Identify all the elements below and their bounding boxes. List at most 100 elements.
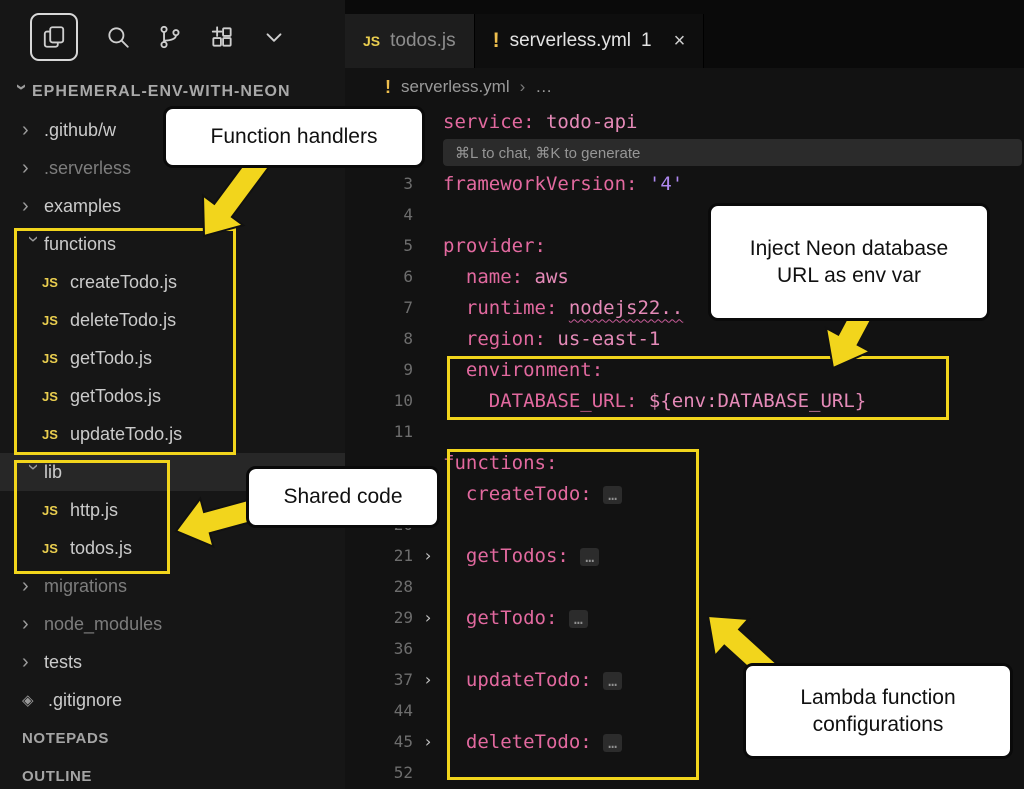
sidebar-item-functions[interactable]: ›functions (0, 225, 345, 263)
code-text: environment: (443, 359, 603, 381)
javascript-file-icon: JS (363, 33, 380, 49)
chevron-right-icon: › (22, 119, 44, 142)
folded-region-ellipsis: … (603, 734, 622, 752)
sidebar-section-label: NOTEPADS (22, 730, 109, 747)
code-token: environment: (443, 359, 603, 381)
code-line[interactable]: 8 region: us-east-1 (345, 323, 1024, 354)
warning-icon: ! (493, 29, 500, 53)
line-number: 52 (345, 763, 413, 782)
fold-chevron-icon[interactable]: › (413, 732, 443, 751)
chevron-down-icon[interactable] (260, 23, 288, 51)
code-line[interactable]: 36 (345, 633, 1024, 664)
line-number: 10 (345, 391, 413, 410)
code-token: ${env:DATABASE_URL} (637, 390, 866, 412)
code-line[interactable]: 52 (345, 757, 1024, 788)
sidebar-item-label: todos.js (70, 538, 132, 559)
fold-chevron-icon[interactable]: › (413, 670, 443, 689)
fold-chevron-icon[interactable]: › (413, 608, 443, 627)
javascript-file-icon: JS (42, 351, 70, 366)
code-token: frameworkVersion: (443, 173, 637, 195)
breadcrumb-ellipsis[interactable]: … (535, 77, 552, 97)
tab-todos-js[interactable]: JStodos.js (345, 14, 475, 68)
sidebar-item-label: .github/w (44, 120, 116, 141)
sidebar-item-gettodo-js[interactable]: JSgetTodo.js (0, 339, 345, 377)
chevron-down-icon: › (10, 83, 33, 105)
code-line[interactable]: service: todo-api (345, 106, 1024, 137)
sidebar-item-label: deleteTodo.js (70, 310, 176, 331)
fold-chevron-icon[interactable]: › (413, 546, 443, 565)
sidebar-item-todos-js[interactable]: JStodos.js (0, 529, 345, 567)
line-number: 45 (345, 732, 413, 751)
sidebar-item-tests[interactable]: ›tests (0, 643, 345, 681)
sidebar-item-examples[interactable]: ›examples (0, 187, 345, 225)
code-token: DATABASE_URL: (443, 390, 637, 412)
code-text: runtime: nodejs22.. (443, 297, 683, 319)
chevron-right-icon: › (22, 651, 44, 674)
sidebar-item-gettodos-js[interactable]: JSgetTodos.js (0, 377, 345, 415)
code-line[interactable]: 20 (345, 509, 1024, 540)
code-line[interactable]: 9 environment: (345, 354, 1024, 385)
code-line[interactable]: 10 DATABASE_URL: ${env:DATABASE_URL} (345, 385, 1024, 416)
line-number: 37 (345, 670, 413, 689)
code-line[interactable]: 28 (345, 571, 1024, 602)
sidebar-item-label: .gitignore (48, 690, 122, 711)
sidebar-item-label: http.js (70, 500, 118, 521)
code-token: createTodo: (443, 483, 592, 505)
code-text: name: aws (443, 266, 569, 288)
code-line[interactable]: ⌘L to chat, ⌘K to generate (345, 137, 1024, 168)
project-root-label: EPHEMERAL-ENV-WITH-NEON (32, 83, 291, 101)
sidebar-item-label: getTodos.js (70, 386, 161, 407)
code-editor-window: ›EPHEMERAL-ENV-WITH-NEON›.github/w›.serv… (0, 0, 1024, 789)
code-line[interactable]: createTodo: … (345, 478, 1024, 509)
code-token: deleteTodo: (443, 731, 592, 753)
code-line[interactable]: 21› getTodos: … (345, 540, 1024, 571)
javascript-file-icon: JS (42, 503, 70, 518)
files-icon[interactable] (40, 23, 68, 51)
code-line[interactable]: functions: (345, 447, 1024, 478)
code-token: functions: (443, 452, 557, 474)
sidebar-item-migrations[interactable]: ›migrations (0, 567, 345, 605)
code-token: aws (523, 266, 569, 288)
close-icon[interactable]: × (674, 30, 686, 53)
breadcrumb-file[interactable]: serverless.yml (401, 77, 510, 97)
sidebar-item-label: lib (44, 462, 62, 483)
chevron-right-icon: › (22, 575, 44, 598)
folded-region-ellipsis: … (569, 610, 588, 628)
sidebar-item-createtodo-js[interactable]: JScreateTodo.js (0, 263, 345, 301)
code-line[interactable]: 3frameworkVersion: '4' (345, 168, 1024, 199)
sidebar-item-label: functions (44, 234, 116, 255)
callout-lambda-configurations: Lambda function configurations (743, 663, 1013, 759)
warning-icon: ! (385, 77, 391, 98)
sidebar-item-node-modules[interactable]: ›node_modules (0, 605, 345, 643)
tab-serverless-yml[interactable]: !serverless.yml1× (475, 14, 705, 68)
code-token: '4' (637, 173, 683, 195)
ai-hint-bar[interactable]: ⌘L to chat, ⌘K to generate (443, 139, 1022, 166)
code-token: us-east-1 (546, 328, 660, 350)
sidebar-item-updatetodo-js[interactable]: JSupdateTodo.js (0, 415, 345, 453)
sidebar-item-label: .serverless (44, 158, 131, 179)
code-text: getTodo: … (443, 607, 588, 629)
sidebar-section-label: OUTLINE (22, 768, 92, 785)
line-number: 29 (345, 608, 413, 627)
chevron-down-icon: › (22, 235, 45, 257)
callout-inject-neon-db-url: Inject Neon database URL as env var (708, 203, 990, 321)
line-number: 28 (345, 577, 413, 596)
sidebar-item-label: node_modules (44, 614, 162, 635)
sidebar-item-deletetodo-js[interactable]: JSdeleteTodo.js (0, 301, 345, 339)
explorer-tree: ›EPHEMERAL-ENV-WITH-NEON›.github/w›.serv… (0, 73, 345, 789)
extensions-icon[interactable] (208, 23, 236, 51)
code-token (592, 731, 603, 753)
code-text: getTodos: … (443, 545, 599, 567)
javascript-file-icon: JS (42, 275, 70, 290)
active-view-frame (30, 13, 78, 61)
code-text: updateTodo: … (443, 669, 622, 691)
source-control-icon[interactable] (156, 23, 184, 51)
code-text: DATABASE_URL: ${env:DATABASE_URL} (443, 390, 866, 412)
sidebar-section-notepads[interactable]: NOTEPADS (0, 719, 345, 757)
sidebar-item-gitignore[interactable]: ◈.gitignore (0, 681, 345, 719)
search-icon[interactable] (104, 23, 132, 51)
code-line[interactable]: 11 (345, 416, 1024, 447)
code-line[interactable]: 29› getTodo: … (345, 602, 1024, 633)
sidebar-section-outline[interactable]: OUTLINE (0, 757, 345, 789)
code-token: provider: (443, 235, 546, 257)
